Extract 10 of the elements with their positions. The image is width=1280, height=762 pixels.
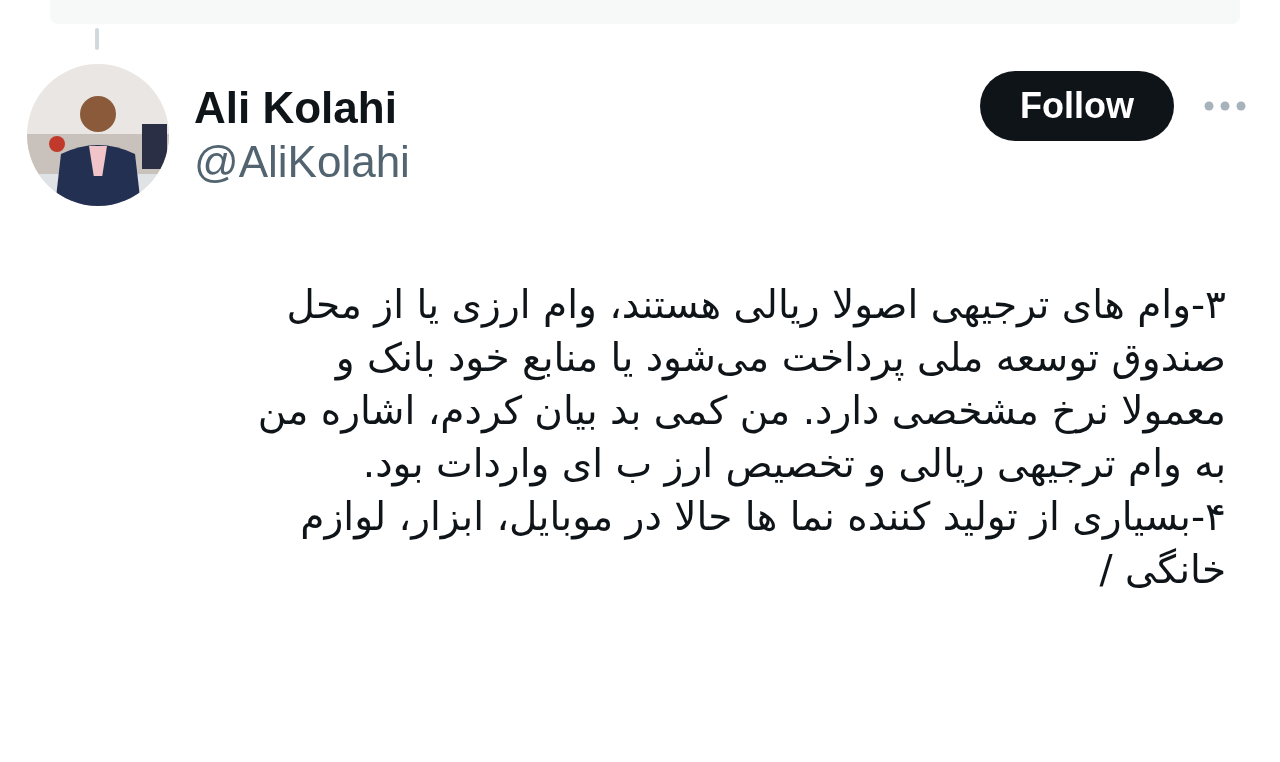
author-name[interactable]: Ali Kolahi [194, 81, 397, 135]
tweet-text-line: معمولا نرخ مشخصی دارد. من کمی بد بیان کردم، اشاره من [257, 387, 1226, 436]
tweet-text-line: ۴-بسیاری از تولید کننده نما ها حالا در موبایل، ابزار، لوازم [300, 493, 1226, 542]
tweet-text-line: خانگی / [1099, 546, 1226, 594]
tweet-text-line: به وام ترجیهی ریالی و تخصیص ارز ب ای واردات بود. [362, 440, 1226, 489]
thread-line [95, 28, 99, 50]
tweet-text-line: صندوق توسعه ملی پرداخت می‌شود یا منابع خود بانک و [335, 334, 1226, 383]
follow-button[interactable]: Follow [980, 71, 1174, 141]
author-handle[interactable]: @AliKolahi [194, 135, 410, 189]
tweet-text-line: ۳-وام های ترجیهی اصولا ریالی هستند، وام ارزی یا از محل [286, 281, 1226, 330]
